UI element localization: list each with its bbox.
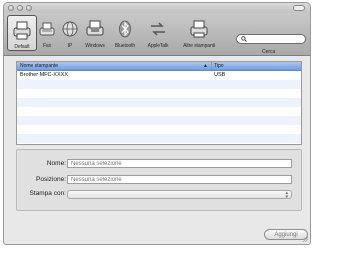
empty-row: [17, 134, 301, 143]
printer-details-panel: Nome: Posizione: Stampa con: ▴▾: [16, 149, 302, 211]
search-icon: [241, 36, 247, 42]
other-printers-icon: [190, 20, 208, 38]
empty-row: [17, 80, 301, 89]
toolbar-label: Bluetooth: [114, 43, 136, 49]
toolbar-label: AppleTalk: [147, 43, 169, 49]
select-arrows-icon: ▴ ▾: [285, 190, 288, 200]
printer-type-cell: USB: [214, 72, 226, 78]
print-with-label: Stampa con:: [29, 190, 67, 197]
printer-icon: [13, 21, 31, 40]
zoom-window-button[interactable]: [26, 5, 32, 11]
toolbar-label: IP: [67, 43, 73, 49]
name-label: Nome:: [46, 160, 66, 167]
toolbar-appletalk-button[interactable]: AppleTalk: [143, 15, 173, 51]
toolbar-label: Windows: [85, 43, 105, 49]
minimize-window-button[interactable]: [17, 5, 23, 11]
empty-row: [17, 98, 301, 107]
empty-row: [17, 125, 301, 134]
print-with-select[interactable]: ▴ ▾: [67, 190, 292, 200]
column-header-type[interactable]: Tipo: [214, 63, 224, 69]
list-rows: Brother MFC-XXXX USB: [17, 71, 301, 143]
toolbar-label: Fax: [42, 43, 52, 49]
add-printer-window: Default Fax IP Windows Bluetooth AppleTa…: [3, 2, 311, 245]
location-label: Posizione:: [36, 176, 66, 183]
column-header-name[interactable]: Nome stampante: [20, 63, 58, 69]
toolbar-label: Default: [14, 44, 30, 50]
empty-row: [17, 107, 301, 116]
toolbar-toggle-button[interactable]: [293, 5, 305, 11]
printer-list[interactable]: Nome stampante ▲ Tipo Brother MFC-XXXX U…: [16, 61, 302, 145]
table-row[interactable]: Brother MFC-XXXX USB: [17, 71, 301, 80]
title-bar: [4, 3, 310, 13]
window-controls: [8, 5, 32, 11]
appletalk-icon: [151, 22, 165, 36]
close-window-button[interactable]: [8, 5, 14, 11]
toolbar-other-printers-button[interactable]: Altre stampanti: [183, 15, 215, 51]
globe-icon: [62, 21, 78, 37]
printer-name-cell: Brother MFC-XXXX: [20, 72, 68, 78]
list-header: Nome stampante ▲ Tipo: [17, 62, 301, 71]
windows-printer-icon: [86, 20, 104, 36]
toolbar: Default Fax IP Windows Bluetooth AppleTa…: [4, 13, 310, 56]
name-field[interactable]: [67, 159, 292, 168]
bluetooth-icon: [119, 20, 131, 38]
column-divider[interactable]: [211, 62, 212, 70]
toolbar-label: Altre stampanti: [183, 43, 215, 49]
location-field[interactable]: [67, 175, 292, 184]
empty-row: [17, 116, 301, 125]
search-label: Cerca: [262, 49, 276, 55]
toolbar-bluetooth-button[interactable]: Bluetooth: [110, 15, 140, 51]
toolbar-windows-button[interactable]: Windows: [80, 15, 110, 51]
search-input[interactable]: [236, 34, 306, 44]
empty-row: [17, 89, 301, 98]
resize-grip-icon[interactable]: [302, 236, 308, 242]
sort-ascending-icon: ▲: [203, 63, 208, 69]
